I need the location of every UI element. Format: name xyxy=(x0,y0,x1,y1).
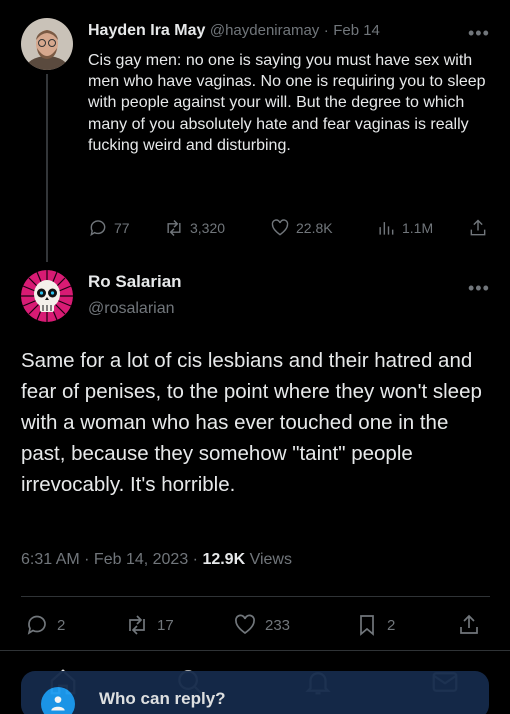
reply-count: 77 xyxy=(114,220,130,236)
avatar[interactable] xyxy=(21,18,73,70)
reply-button[interactable]: 77 xyxy=(88,218,130,238)
mention-icon xyxy=(41,687,75,714)
share-button[interactable] xyxy=(468,218,488,238)
views-count: 12.9K xyxy=(202,551,246,568)
avatar[interactable] xyxy=(21,270,73,322)
tweet-text: Same for a lot of cis lesbians and their… xyxy=(21,349,482,496)
share-icon xyxy=(460,614,478,634)
views-count: 1.1M xyxy=(402,220,434,236)
reply-count: 2 xyxy=(57,616,66,634)
reply-button[interactable]: 2 xyxy=(25,613,65,637)
thread-connector-line xyxy=(46,74,48,262)
author-name[interactable]: Hayden Ira May xyxy=(88,22,205,39)
retweet-count: 3,320 xyxy=(190,220,226,236)
retweet-button[interactable]: 17 xyxy=(125,613,174,637)
tweet-actions: 2 17 233 2 xyxy=(21,613,490,639)
who-can-reply-label: Who can reply? xyxy=(99,689,226,708)
share-button[interactable] xyxy=(457,613,481,637)
retweet-count: 17 xyxy=(157,616,174,634)
like-count: 22.8K xyxy=(296,220,333,236)
retweet-button[interactable]: 3,320 xyxy=(164,218,225,238)
like-button[interactable]: 233 xyxy=(233,613,290,637)
retweet-icon xyxy=(129,615,145,635)
reply-icon xyxy=(90,220,106,237)
bookmark-button[interactable]: 2 xyxy=(355,613,395,637)
like-button[interactable]: 22.8K xyxy=(270,218,333,238)
heart-icon xyxy=(271,219,289,236)
parent-tweet[interactable]: Hayden Ira May @haydeniramay · Feb 14 ••… xyxy=(0,0,510,262)
bookmark-icon xyxy=(360,615,374,636)
divider xyxy=(21,596,490,597)
heart-icon xyxy=(235,614,255,635)
tweet-text: Cis gay men: no one is saying you must h… xyxy=(88,52,486,154)
retweet-icon xyxy=(167,219,181,237)
who-can-reply-banner[interactable]: Who can reply? xyxy=(21,671,489,714)
bookmark-count: 2 xyxy=(387,616,396,634)
separator-dot: · xyxy=(323,22,329,39)
author-name[interactable]: Ro Salarian xyxy=(88,272,182,292)
views-chart-icon xyxy=(379,222,394,235)
like-count: 233 xyxy=(265,616,291,634)
more-options-icon[interactable]: ••• xyxy=(468,279,490,297)
tweet-thread-page: Hayden Ira May @haydeniramay · Feb 14 ••… xyxy=(0,0,510,714)
parent-tweet-header: Hayden Ira May @haydeniramay · Feb 14 xyxy=(88,22,380,40)
share-icon xyxy=(470,219,486,236)
tweet-timestamp[interactable]: 6:31 AM · Feb 14, 2023 · xyxy=(21,551,202,568)
views-button[interactable]: 1.1M xyxy=(376,218,433,238)
author-handle[interactable]: @haydeniramay xyxy=(210,22,319,39)
tweet-actions: 77 3,320 22.8K 1.1M xyxy=(88,218,496,242)
tweet-date[interactable]: Feb 14 xyxy=(333,22,380,39)
views-label: Views xyxy=(245,551,292,568)
more-options-icon[interactable]: ••• xyxy=(468,24,490,42)
tweet-metadata: 6:31 AM · Feb 14, 2023 · 12.9K Views xyxy=(21,551,292,569)
author-handle[interactable]: @rosalarian xyxy=(88,300,175,318)
reply-icon xyxy=(27,615,46,635)
